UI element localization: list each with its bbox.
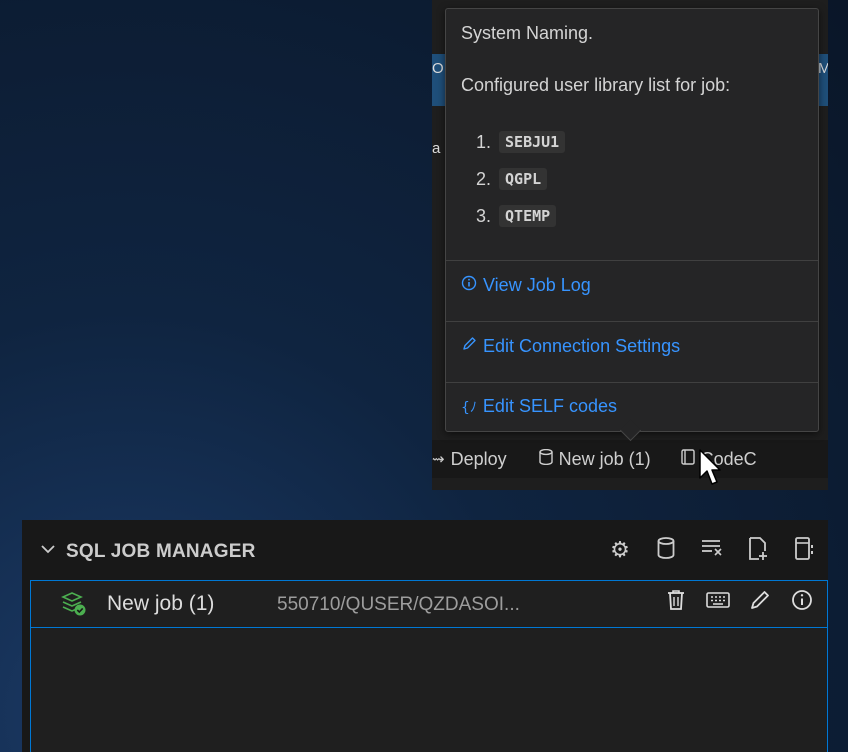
status-deploy[interactable]: ⇝ Deploy: [432, 449, 507, 470]
library-item: 1. SEBJU1: [476, 131, 566, 153]
editor-text-fragment: a: [432, 140, 441, 157]
info-icon[interactable]: [789, 589, 815, 617]
notebook-icon[interactable]: [792, 537, 816, 567]
job-description: 550710/QUSER/QZDASOI...: [277, 594, 520, 615]
panel-header[interactable]: SQL JOB MANAGER ⚙: [22, 520, 828, 584]
new-file-icon[interactable]: [746, 537, 770, 567]
library-number: 1.: [476, 131, 492, 152]
naming-text: System Naming.: [461, 23, 594, 43]
panel-title: SQL JOB MANAGER: [66, 541, 256, 562]
library-name: QTEMP: [499, 205, 557, 227]
divider: [446, 260, 818, 261]
editor-text-fragment: O: [432, 60, 444, 77]
mouse-cursor-icon: [699, 449, 721, 485]
keyboard-icon[interactable]: [705, 589, 731, 617]
job-row-actions: [663, 589, 815, 617]
bracket-gear-icon: {ﾉ: [461, 399, 477, 416]
database-icon: [538, 448, 553, 469]
library-number: 2.: [476, 168, 492, 189]
view-job-log-label: View Job Log: [483, 275, 591, 295]
divider: [446, 382, 818, 383]
library-number: 3.: [476, 205, 492, 226]
edit-connection-settings-link[interactable]: Edit Connection Settings: [461, 336, 680, 357]
library-list-heading: Configured user library list for job:: [461, 75, 731, 95]
info-icon: [461, 275, 477, 296]
editor-text-fragment: M: [818, 60, 828, 77]
edit-self-codes-link[interactable]: {ﾉ Edit SELF codes: [461, 396, 617, 417]
job-row[interactable]: New job (1) 550710/QUSER/QZDASOI...: [30, 580, 828, 628]
divider: [446, 321, 818, 322]
pencil-icon: [461, 336, 477, 357]
edit-connection-settings-label: Edit Connection Settings: [483, 336, 681, 356]
sql-job-manager-panel: SQL JOB MANAGER ⚙ New job (1) 550710/QUS…: [22, 520, 828, 752]
status-new-job[interactable]: New job (1): [538, 448, 651, 470]
job-stack-icon: [61, 591, 87, 623]
panel-toolbar: ⚙: [608, 537, 816, 567]
clear-all-icon[interactable]: [700, 537, 724, 567]
deploy-icon: ⇝: [432, 451, 445, 468]
status-new-job-label: New job (1): [558, 448, 651, 469]
settings-icon[interactable]: ⚙: [608, 537, 632, 567]
book-icon: [680, 449, 695, 469]
library-item: 3. QTEMP: [476, 205, 557, 227]
library-name: QGPL: [499, 168, 548, 190]
trash-icon[interactable]: [663, 589, 689, 617]
pencil-icon[interactable]: [747, 589, 773, 617]
status-bar: ⇝ Deploy New job (1) CodeC: [432, 440, 828, 478]
job-hover-popup: System Naming. Configured user library l…: [445, 8, 819, 442]
library-item: 2. QGPL: [476, 168, 548, 190]
library-name: SEBJU1: [499, 131, 566, 153]
chevron-down-icon[interactable]: [40, 542, 56, 560]
view-job-log-link[interactable]: View Job Log: [461, 275, 591, 296]
status-deploy-label: Deploy: [450, 448, 507, 469]
database-icon[interactable]: [654, 537, 678, 567]
edit-self-codes-label: Edit SELF codes: [482, 396, 617, 416]
panel-empty-area: [30, 628, 828, 752]
job-name: New job (1): [107, 592, 215, 615]
